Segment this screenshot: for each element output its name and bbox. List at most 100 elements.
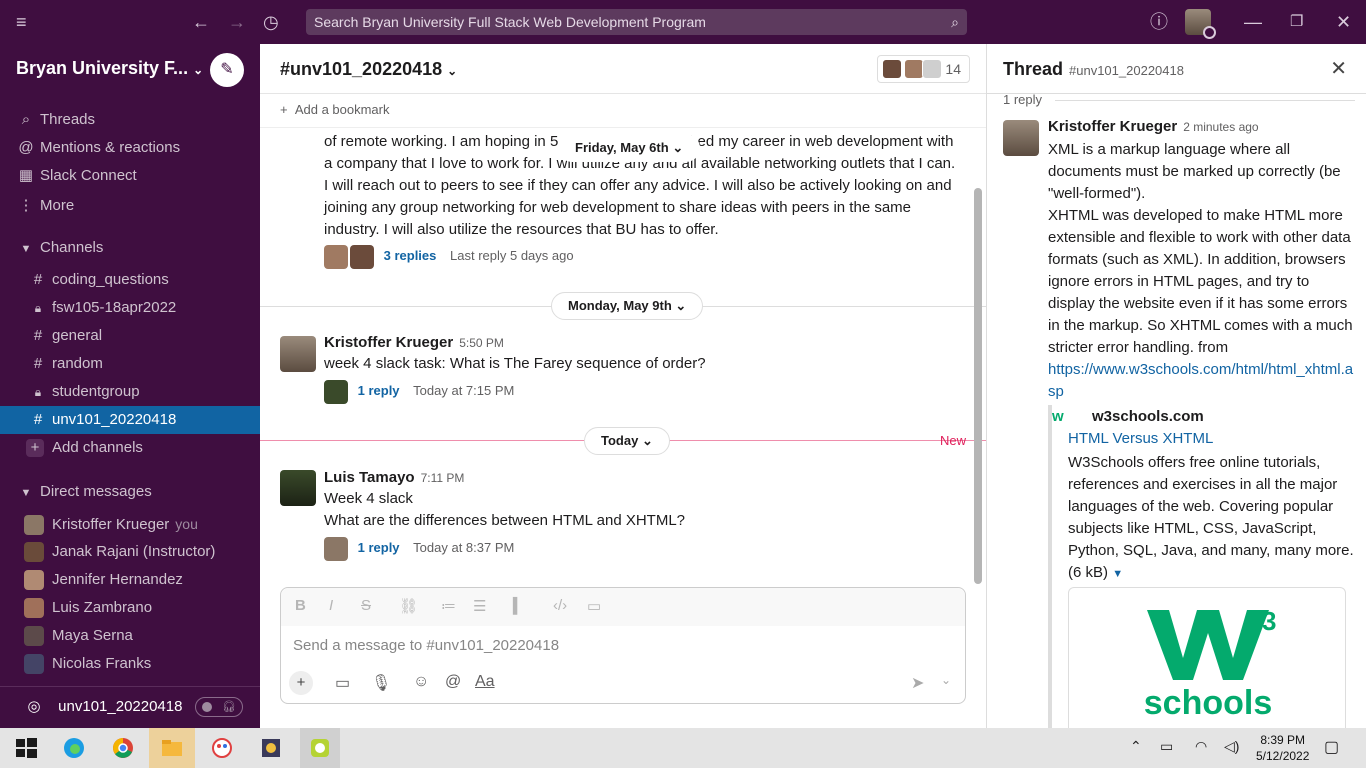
help-icon[interactable]: ⓘ xyxy=(1150,0,1168,44)
search-placeholder: Search Bryan University Full Stack Web D… xyxy=(314,14,706,30)
sidebar-item-slack-connect[interactable]: ▦ Slack Connect xyxy=(0,162,260,190)
date-divider-pill[interactable]: Friday, May 6th ⌄ xyxy=(558,134,701,162)
sidebar-item-dm[interactable]: Nicolas Franks xyxy=(0,650,260,678)
date-divider-pill[interactable]: Today ⌄ xyxy=(584,427,670,455)
attach-plus-button[interactable]: + xyxy=(289,671,313,695)
message-sender[interactable]: Kristoffer Krueger 5:50 PM xyxy=(324,334,504,351)
mention-icon[interactable]: @ xyxy=(445,673,461,691)
thread-replies[interactable]: 3 replies Last reply 5 days ago xyxy=(324,244,574,269)
thread-channel[interactable]: #unv101_20220418 xyxy=(1069,63,1184,78)
forward-arrow-icon[interactable]: → xyxy=(228,0,246,44)
channels-section-header[interactable]: ▼ Channels xyxy=(0,234,260,262)
sidebar-item-channel[interactable]: 🔒︎ studentgroup xyxy=(0,378,260,406)
message-link[interactable]: https://www.w3schools.com/html/html_xhtm… xyxy=(1048,359,1358,403)
kebab-icon: ⋮ xyxy=(18,197,34,214)
battery-icon[interactable]: ▭ xyxy=(1160,738,1173,755)
sidebar-item-more[interactable]: ⋮ More xyxy=(0,192,260,220)
avatar xyxy=(350,244,374,269)
user-avatar[interactable] xyxy=(1185,9,1216,39)
replies-link[interactable]: 1 reply xyxy=(358,540,400,555)
hamburger-menu-icon[interactable]: ≡ xyxy=(16,0,27,44)
sidebar-item-channel[interactable]: # general xyxy=(0,322,260,350)
speaker-icon[interactable]: ◁) xyxy=(1224,738,1239,755)
code-icon[interactable]: ‹/› xyxy=(553,597,567,614)
close-icon[interactable]: ✕ xyxy=(1330,56,1347,81)
minimize-icon[interactable]: — xyxy=(1244,0,1262,44)
sidebar-item-channel[interactable]: # coding_questions xyxy=(0,266,260,294)
message-time: 5:50 PM xyxy=(459,336,504,350)
replies-link[interactable]: 3 replies xyxy=(384,248,437,263)
code-block-icon[interactable]: ▭ xyxy=(587,597,601,615)
chevron-down-icon[interactable]: ⌄ xyxy=(941,673,951,687)
bulleted-list-icon[interactable]: ☰ xyxy=(473,597,486,615)
last-reply-time: Today at 8:37 PM xyxy=(413,540,515,555)
link-icon[interactable]: ⛓ xyxy=(399,597,418,615)
sidebar-item-dm[interactable]: Luis Zambrano xyxy=(0,594,260,622)
sidebar-item-channel[interactable]: # random xyxy=(0,350,260,378)
add-channels-button[interactable]: + Add channels xyxy=(0,434,260,462)
strikethrough-icon[interactable]: S xyxy=(361,597,371,614)
thread-replies[interactable]: 1 reply Today at 7:15 PM xyxy=(324,379,514,404)
add-bookmark-button[interactable]: + Add a bookmark xyxy=(260,94,986,128)
windows-start-icon[interactable] xyxy=(14,736,38,760)
send-icon[interactable]: ➤ xyxy=(911,673,924,693)
bold-icon[interactable]: B xyxy=(295,597,306,614)
sidebar-item-channel-active[interactable]: # unv101_20220418 xyxy=(0,406,260,434)
blockquote-icon[interactable]: ▍ xyxy=(513,597,525,615)
formatting-toggle[interactable]: Aa xyxy=(475,673,495,691)
sidebar-item-dm[interactable]: Jennifer Hernandez xyxy=(0,566,260,594)
hash-icon: # xyxy=(33,271,43,288)
app-badge-icon[interactable] xyxy=(259,736,283,760)
italic-icon[interactable]: I xyxy=(329,597,333,614)
channel-title[interactable]: #unv101_20220418 ⌄ xyxy=(280,59,457,80)
hash-icon: # xyxy=(33,327,43,344)
replies-link[interactable]: 1 reply xyxy=(358,383,400,398)
thread-replies[interactable]: 1 reply Today at 8:37 PM xyxy=(324,536,515,561)
close-window-icon[interactable]: ✕ xyxy=(1336,0,1351,44)
avatar[interactable] xyxy=(280,470,316,506)
paint-icon[interactable] xyxy=(210,736,234,760)
sidebar-item-threads[interactable]: ⌕ Threads xyxy=(0,106,260,134)
ordered-list-icon[interactable]: ≔ xyxy=(441,597,456,615)
headphones-icon: 🎧︎ xyxy=(222,701,236,713)
microphone-icon[interactable]: 🎙︎ xyxy=(371,673,391,693)
members-button[interactable]: 14 xyxy=(877,55,970,83)
message-sender[interactable]: Luis Tamayo 7:11 PM xyxy=(324,469,464,486)
avatar[interactable] xyxy=(1003,120,1039,156)
search-input[interactable]: Search Bryan University Full Stack Web D… xyxy=(306,9,967,35)
chevron-down-icon: ⌄ xyxy=(193,63,204,77)
preview-title[interactable]: HTML Versus XHTML xyxy=(1068,430,1213,447)
clock[interactable]: 8:39 PM 5/12/2022 xyxy=(1256,732,1309,764)
avatar[interactable] xyxy=(280,336,316,372)
dm-section-header[interactable]: ▼ Direct messages xyxy=(0,478,260,506)
sidebar-item-channel[interactable]: 🔒︎ fsw105-18apr2022 xyxy=(0,294,260,322)
emoji-icon[interactable]: ☺ xyxy=(413,673,429,691)
message-text: joining any group networking for web dev… xyxy=(324,199,912,216)
restore-icon[interactable]: ❐ xyxy=(1290,0,1303,44)
chrome-browser-icon[interactable] xyxy=(111,736,135,760)
history-clock-icon[interactable]: ◷ xyxy=(263,0,279,44)
message-input[interactable]: Send a message to #unv101_20220418 xyxy=(293,637,559,654)
video-icon[interactable]: ▭ xyxy=(335,673,350,693)
caret-down-icon: ▼ xyxy=(20,487,32,499)
compose-button[interactable]: ✎ xyxy=(210,53,244,87)
caret-down-icon[interactable]: ▼ xyxy=(1112,568,1123,580)
back-arrow-icon[interactable]: ← xyxy=(192,0,210,44)
edge-browser-icon[interactable] xyxy=(62,736,86,760)
date-divider-pill[interactable]: Monday, May 9th ⌄ xyxy=(551,292,704,320)
workspace-name[interactable]: Bryan University F... ⌄ xyxy=(16,58,203,79)
notifications-icon[interactable]: ▢ xyxy=(1324,737,1339,757)
sidebar-item-dm[interactable]: Kristoffer Krueger you xyxy=(0,510,260,538)
file-explorer-icon[interactable] xyxy=(160,736,184,760)
message-scrollbar[interactable] xyxy=(974,188,982,584)
message-sender[interactable]: Kristoffer Krueger 2 minutes ago xyxy=(1048,118,1259,135)
preview-image[interactable]: 3 schools xyxy=(1068,587,1346,728)
sidebar-item-mentions[interactable]: @ Mentions & reactions xyxy=(0,134,260,162)
wifi-icon[interactable]: ◠ xyxy=(1195,738,1207,755)
slack-app-icon[interactable] xyxy=(308,736,332,760)
sidebar-item-dm[interactable]: Janak Rajani (Instructor) xyxy=(0,538,260,566)
huddle-toggle[interactable]: 🎧︎ xyxy=(195,697,243,717)
message-composer[interactable]: B I S ⛓ ≔ ☰ ▍ ‹/› ▭ Send a message to #u… xyxy=(280,587,966,704)
sidebar-item-dm[interactable]: Maya Serna xyxy=(0,622,260,650)
chevron-up-icon[interactable]: ⌃ xyxy=(1130,738,1142,755)
